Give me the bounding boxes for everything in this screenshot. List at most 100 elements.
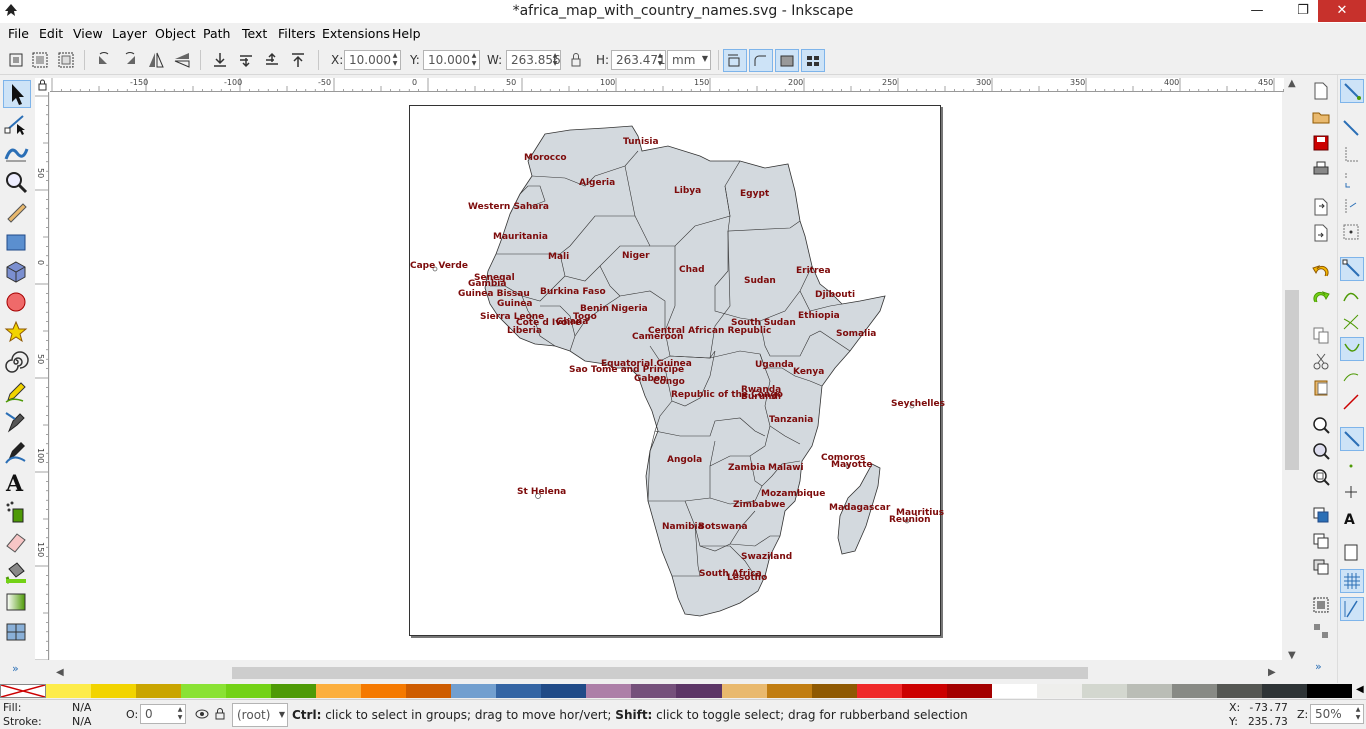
- ruler-lock-icon[interactable]: [35, 78, 50, 92]
- select-all-layers-icon[interactable]: [30, 50, 50, 70]
- color-swatch[interactable]: [766, 684, 813, 698]
- snap-centers-icon[interactable]: [1340, 455, 1364, 479]
- export-icon[interactable]: [1311, 223, 1331, 243]
- label-guinea[interactable]: Guinea: [497, 299, 532, 309]
- color-swatch[interactable]: [1171, 684, 1218, 698]
- layer-visibility-icon[interactable]: [194, 706, 210, 722]
- snap-object-midpoints-icon[interactable]: [1340, 427, 1364, 451]
- group-icon[interactable]: [1311, 595, 1331, 615]
- label-uganda[interactable]: Uganda: [755, 360, 794, 370]
- label-tanzania[interactable]: Tanzania: [769, 415, 813, 425]
- label-tunisia[interactable]: Tunisia: [623, 137, 659, 147]
- text-tool-icon[interactable]: A: [3, 469, 31, 497]
- label-angola[interactable]: Angola: [667, 455, 702, 465]
- scroll-right-icon[interactable]: ▶: [1268, 667, 1276, 678]
- color-swatch[interactable]: [1216, 684, 1263, 698]
- snap-smooth-nodes-icon[interactable]: [1340, 365, 1364, 389]
- maximize-button[interactable]: ❐: [1288, 0, 1318, 22]
- label-reunion[interactable]: Reunion: [889, 515, 931, 525]
- redo-icon[interactable]: [1311, 287, 1331, 307]
- color-swatch[interactable]: [406, 684, 452, 698]
- transform-gradients-toggle[interactable]: [775, 49, 799, 72]
- chevron-down-icon[interactable]: ▼: [701, 55, 709, 63]
- no-paint-swatch[interactable]: [0, 684, 46, 698]
- snap-midpoints-icon[interactable]: [1340, 391, 1364, 415]
- label-swaziland[interactable]: Swaziland: [741, 552, 792, 562]
- duplicate-icon[interactable]: [1311, 505, 1331, 525]
- drawing-canvas[interactable]: Tunisia Morocco Algeria Libya Egypt West…: [50, 92, 1282, 660]
- color-swatch[interactable]: [946, 684, 993, 698]
- cut-icon[interactable]: [1311, 351, 1331, 371]
- menu-view[interactable]: View: [73, 26, 103, 41]
- color-swatch[interactable]: [541, 684, 587, 698]
- zoom-drawing-icon[interactable]: [1311, 441, 1331, 461]
- menu-help[interactable]: Help: [392, 26, 421, 41]
- rotate-ccw-icon[interactable]: [94, 50, 114, 70]
- snap-nodes-icon[interactable]: [1340, 257, 1364, 281]
- lower-to-bottom-icon[interactable]: [210, 50, 230, 70]
- menu-extensions[interactable]: Extensions: [322, 26, 390, 41]
- h-input[interactable]: 263.471 ▲ ▼: [611, 50, 666, 70]
- snap-grids-icon[interactable]: [1340, 569, 1364, 593]
- color-swatch[interactable]: [451, 684, 497, 698]
- label-zimbabwe[interactable]: Zimbabwe: [733, 500, 785, 510]
- label-malawi[interactable]: Malawi: [768, 463, 804, 473]
- paint-bucket-tool-icon[interactable]: [3, 559, 31, 587]
- paste-icon[interactable]: [1311, 377, 1331, 397]
- label-botswana[interactable]: Botswana: [698, 522, 748, 532]
- color-swatch[interactable]: [631, 684, 677, 698]
- layer-lock-icon[interactable]: [212, 706, 228, 722]
- spin-arrows-icon[interactable]: ▲ ▼: [1354, 706, 1362, 722]
- color-swatch[interactable]: [496, 684, 542, 698]
- color-swatch[interactable]: [1126, 684, 1173, 698]
- color-swatch[interactable]: [271, 684, 317, 698]
- label-kenya[interactable]: Kenya: [793, 367, 824, 377]
- label-cape-verde[interactable]: Cape Verde: [410, 261, 468, 271]
- snap-text-baseline-icon[interactable]: A: [1340, 507, 1364, 531]
- commands-overflow-icon[interactable]: »: [1315, 660, 1322, 673]
- label-ethiopia[interactable]: Ethiopia: [798, 311, 840, 321]
- color-swatch[interactable]: [361, 684, 407, 698]
- fill-value[interactable]: N/A: [72, 701, 91, 714]
- unit-select[interactable]: mm ▼: [667, 50, 711, 70]
- mesh-tool-icon[interactable]: [3, 619, 31, 647]
- print-icon[interactable]: [1311, 159, 1331, 179]
- w-input[interactable]: 263.856 ▲ ▼: [506, 50, 561, 70]
- eraser-tool-icon[interactable]: [3, 529, 31, 557]
- ellipse-tool-icon[interactable]: [3, 289, 31, 317]
- pen-tool-icon[interactable]: [3, 409, 31, 437]
- color-swatch[interactable]: [991, 684, 1038, 698]
- label-mayotte[interactable]: Mayotte: [831, 460, 873, 470]
- selector-tool-icon[interactable]: [3, 80, 31, 108]
- menu-path[interactable]: Path: [203, 26, 230, 41]
- label-nigeria[interactable]: Nigeria: [611, 304, 648, 314]
- rectangle-tool-icon[interactable]: [3, 229, 31, 257]
- clone-icon[interactable]: [1311, 531, 1331, 551]
- horizontal-scroll-thumb[interactable]: [232, 667, 1088, 679]
- snap-intersections-icon[interactable]: [1340, 311, 1364, 335]
- snap-bbox-center-icon[interactable]: [1340, 221, 1364, 245]
- label-seychelles[interactable]: Seychelles: [891, 399, 945, 409]
- stroke-value[interactable]: N/A: [72, 715, 91, 728]
- snap-guides-icon[interactable]: [1340, 597, 1364, 621]
- snap-page-border-icon[interactable]: [1340, 541, 1364, 565]
- color-swatch[interactable]: [316, 684, 362, 698]
- color-swatch[interactable]: [901, 684, 948, 698]
- import-icon[interactable]: [1311, 197, 1331, 217]
- raise-to-top-icon[interactable]: [288, 50, 308, 70]
- label-mozambique[interactable]: Mozambique: [761, 489, 825, 499]
- scroll-left-icon[interactable]: ◀: [56, 667, 64, 678]
- label-cameroon[interactable]: Cameroon: [632, 332, 683, 342]
- label-morocco[interactable]: Morocco: [524, 153, 567, 163]
- color-swatch[interactable]: [181, 684, 227, 698]
- snap-cusp-nodes-icon[interactable]: [1340, 337, 1364, 361]
- color-swatch[interactable]: [226, 684, 272, 698]
- tweak-tool-icon[interactable]: [3, 139, 31, 167]
- label-egypt[interactable]: Egypt: [740, 189, 769, 199]
- label-liberia[interactable]: Liberia: [507, 326, 542, 336]
- pencil-tool-icon[interactable]: [3, 379, 31, 407]
- horizontal-scrollbar[interactable]: ◀ ▶: [50, 664, 1284, 682]
- zoom-page-icon[interactable]: [1311, 467, 1331, 487]
- measure-tool-icon[interactable]: [3, 199, 31, 227]
- color-swatch[interactable]: [676, 684, 722, 698]
